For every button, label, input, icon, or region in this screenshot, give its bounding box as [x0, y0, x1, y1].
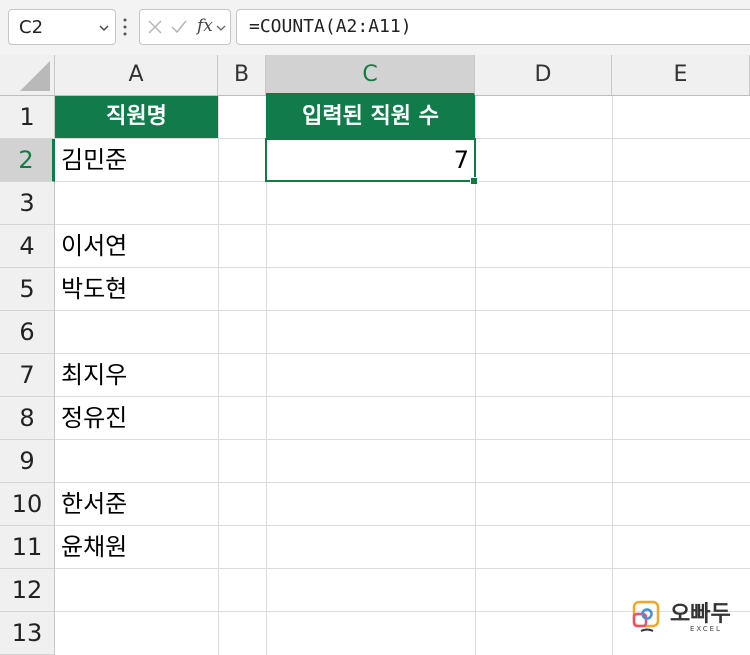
column-header-e[interactable]: E [612, 55, 750, 96]
active-cell-border [265, 138, 476, 182]
row-header-10[interactable]: 10 [0, 483, 55, 526]
logo-title: 오빠두 [670, 602, 731, 627]
cell-a8[interactable]: 정유진 [55, 397, 218, 439]
formula-bar: C2 fx =COUNTA(A2:A11) [0, 0, 750, 55]
column-header-a[interactable]: A [55, 55, 218, 96]
confirm-icon[interactable] [170, 19, 188, 35]
name-box-value: C2 [19, 17, 44, 38]
cell-c1[interactable]: 입력된 직원 수 [266, 96, 475, 138]
name-box[interactable]: C2 [8, 9, 116, 45]
logo-icon [632, 600, 660, 632]
select-all-triangle-icon [20, 61, 50, 91]
row-header-5[interactable]: 5 [0, 268, 55, 311]
insert-function-button[interactable]: fx [197, 16, 213, 36]
column-header-c[interactable]: C [266, 55, 475, 96]
cell-a1[interactable]: 직원명 [55, 96, 218, 138]
column-header-d[interactable]: D [475, 55, 612, 96]
cell-a5[interactable]: 박도현 [55, 268, 218, 310]
chevron-down-icon[interactable] [99, 24, 109, 32]
row-header-9[interactable]: 9 [0, 440, 55, 483]
row-header-13[interactable]: 13 [0, 612, 55, 655]
row-header-12[interactable]: 12 [0, 569, 55, 612]
chevron-down-icon[interactable] [216, 24, 226, 32]
cell-a2[interactable]: 김민준 [55, 139, 218, 181]
logo-subtitle: EXCEL [690, 625, 722, 633]
row-header-8[interactable]: 8 [0, 397, 55, 440]
fill-handle[interactable] [470, 177, 478, 185]
formula-tools: fx [139, 9, 231, 45]
cell-a10[interactable]: 한서준 [55, 483, 218, 525]
cell-a11[interactable]: 윤채원 [55, 526, 218, 568]
row-header-7[interactable]: 7 [0, 354, 55, 397]
cancel-icon[interactable] [147, 19, 163, 35]
more-vertical-icon[interactable] [123, 17, 127, 37]
cell-a7[interactable]: 최지우 [55, 354, 218, 396]
formula-input[interactable]: =COUNTA(A2:A11) [236, 9, 750, 45]
row-header-6[interactable]: 6 [0, 311, 55, 354]
cell-grid[interactable]: 직원명 입력된 직원 수 김민준 이서연 박도현 최지우 정유진 한서준 윤채원… [55, 96, 750, 655]
row-header-1[interactable]: 1 [0, 96, 55, 139]
row-header-2[interactable]: 2 [0, 139, 55, 182]
select-all-corner[interactable] [0, 55, 55, 96]
row-header-11[interactable]: 11 [0, 526, 55, 569]
column-header-b[interactable]: B [218, 55, 266, 96]
brand-logo: 오빠두 EXCEL [632, 598, 740, 640]
formula-text: =COUNTA(A2:A11) [249, 16, 412, 37]
cell-a4[interactable]: 이서연 [55, 225, 218, 267]
row-header-4[interactable]: 4 [0, 225, 55, 268]
row-header-3[interactable]: 3 [0, 182, 55, 225]
